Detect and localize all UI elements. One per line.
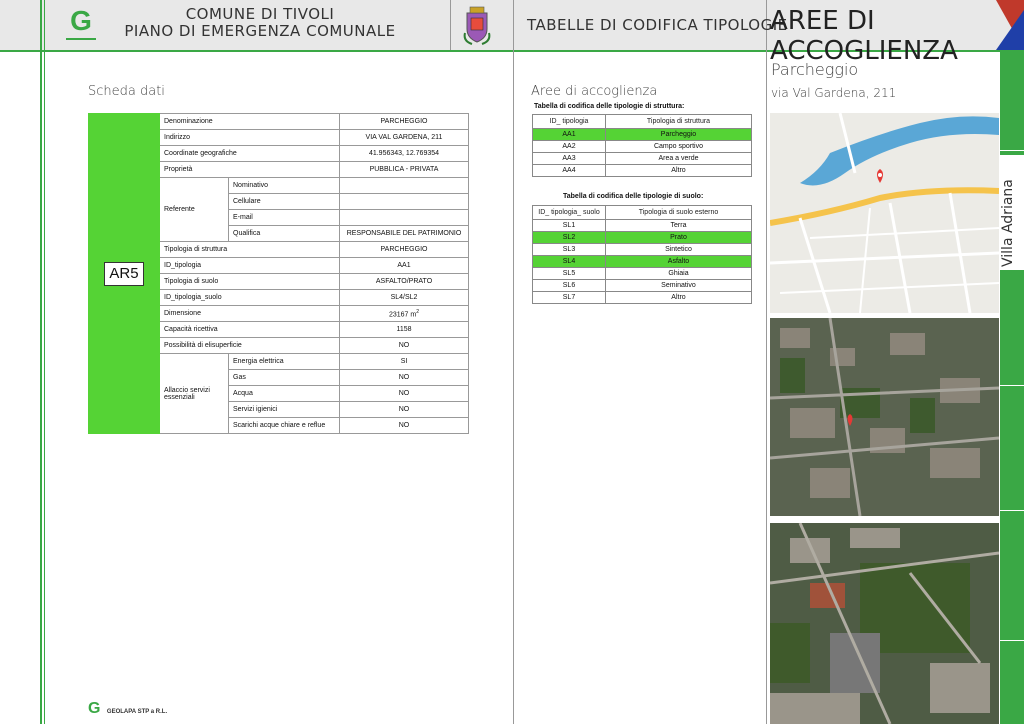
table-row: SL3 Sintetico: [532, 243, 752, 256]
area-code-badge: AR5: [104, 261, 144, 286]
title-line-2: PIANO DI EMERGENZA COMUNALE: [124, 22, 396, 40]
suolo-caption: Tabella di codifica delle tipologie di s…: [563, 193, 704, 200]
document-title: COMUNE DI TIVOLI PIANO DI EMERGENZA COMU…: [110, 6, 410, 40]
scheda-dati-table: AR5 Denominazione PARCHEGGIO Indirizzo VI…: [88, 113, 469, 434]
place-title: Parcheggio: [771, 60, 859, 79]
code-id-cell: AA2: [532, 140, 606, 153]
code-name-cell: Seminativo: [605, 279, 752, 292]
table-row: SL5 Ghiaia: [532, 267, 752, 280]
table-row: SL2 Prato: [532, 231, 752, 244]
scheda-dati-title: Scheda dati: [88, 84, 165, 99]
divider-line: [513, 0, 514, 724]
side-label-text: Villa Adriana: [1000, 179, 1016, 267]
struttura-caption: Tabella di codifica delle tipologie di s…: [534, 103, 685, 110]
place-address: via Val Gardena, 211: [771, 86, 897, 100]
tabelle-heading: TABELLE DI CODIFICA TIPOLOGIE: [527, 16, 788, 34]
divider-line: [766, 0, 767, 724]
aree-accoglienza-title: Aree di accoglienza: [531, 84, 658, 99]
table-row: SL7 Altro: [532, 291, 752, 304]
code-name-cell: Prato: [605, 231, 752, 244]
table-row: AR5 Denominazione PARCHEGGIO: [88, 113, 469, 434]
code-id-cell: SL1: [532, 219, 606, 232]
table-row: AA4 Altro: [532, 164, 752, 177]
code-name-cell: Campo sportivo: [605, 140, 752, 153]
footer-logo: G GEOLAPA STP a R.L.: [88, 700, 168, 717]
aerial-photo-2: [770, 523, 999, 724]
code-name-cell: Parcheggio: [605, 128, 752, 141]
code-id-cell: AA1: [532, 128, 606, 141]
right-sidebar: [1000, 50, 1024, 724]
table-row: AA2 Campo sportivo: [532, 140, 752, 153]
code-name-cell: Area a verde: [605, 152, 752, 165]
blue-corner-decoration: [996, 10, 1024, 50]
code-id-cell: SL4: [532, 255, 606, 268]
side-label: Villa Adriana: [999, 155, 1024, 270]
code-id-cell: AA4: [532, 164, 606, 177]
geolapa-logo: G: [66, 6, 96, 42]
code-id-cell: AA3: [532, 152, 606, 165]
code-name-cell: Altro: [605, 291, 752, 304]
code-id-cell: SL6: [532, 279, 606, 292]
divider-line: [40, 0, 42, 724]
code-cell: AR5: [88, 113, 160, 434]
code-name-cell: Asfalto: [605, 255, 752, 268]
code-name-cell: Altro: [605, 164, 752, 177]
table-row: SL6 Seminativo: [532, 279, 752, 292]
code-id-cell: SL2: [532, 231, 606, 244]
code-name-cell: Terra: [605, 219, 752, 232]
street-map: [770, 113, 999, 313]
suolo-table: ID_ tipologia_ suolo Tipologia di suolo …: [532, 205, 752, 304]
table-row: SL1 Terra: [532, 219, 752, 232]
aerial-photo-1: [770, 318, 999, 516]
footer-company: GEOLAPA STP a R.L.: [106, 709, 168, 715]
code-id-cell: SL7: [532, 291, 606, 304]
aree-heading: AREE DI ACCOGLIENZA: [770, 6, 958, 66]
divider-line: [44, 0, 45, 724]
code-name-cell: Sintetico: [605, 243, 752, 256]
tivoli-crest: [462, 5, 492, 45]
table-row: SL4 Asfalto: [532, 255, 752, 268]
code-name-cell: Ghiaia: [605, 267, 752, 280]
struttura-table: ID_ tipologia Tipologia di struttura AA1…: [532, 114, 752, 177]
table-row: AA1 Parcheggio: [532, 128, 752, 141]
code-id-cell: SL3: [532, 243, 606, 256]
code-id-cell: SL5: [532, 267, 606, 280]
title-line-1: COMUNE DI TIVOLI: [185, 5, 335, 23]
table-row: AA3 Area a verde: [532, 152, 752, 165]
divider-line: [450, 0, 451, 50]
